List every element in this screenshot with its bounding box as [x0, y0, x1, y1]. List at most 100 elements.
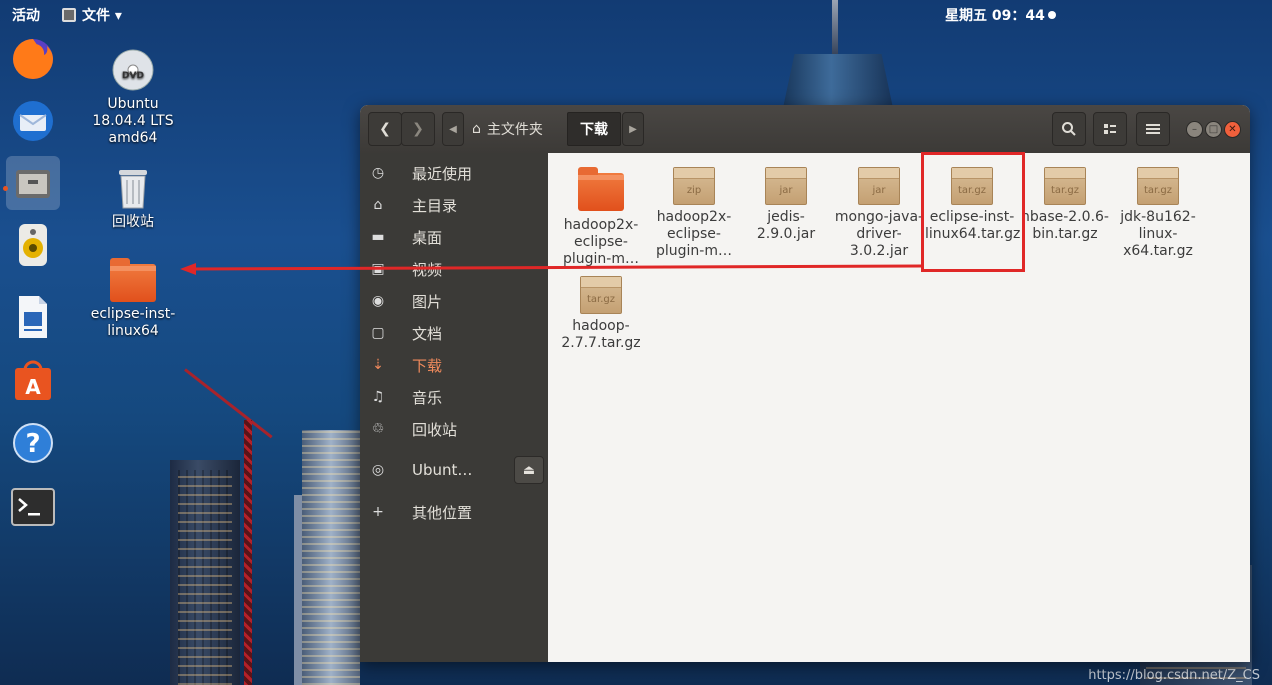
- path-scroll-right[interactable]: ▶: [622, 112, 644, 146]
- crane-mast: [244, 420, 252, 685]
- highlight-box: [921, 152, 1025, 272]
- sidebar-item-trash[interactable]: ♲ 回收站: [360, 413, 548, 445]
- file-view: hadoop2x-eclipse-plugin-m… zip hadoop2x-…: [548, 153, 1250, 662]
- building: [170, 460, 240, 685]
- download-icon: ⇣: [372, 357, 384, 373]
- svg-text:DVD: DVD: [122, 71, 144, 81]
- watermark: https://blog.csdn.net/Z_CS: [1088, 668, 1260, 683]
- file-name: hadoop2x-eclipse-plugin-m…: [656, 209, 732, 259]
- annotation-arrow: [180, 263, 922, 275]
- archive-icon: tar.gz: [1137, 167, 1179, 205]
- forward-button[interactable]: ❯: [401, 112, 435, 146]
- trash-icon: [113, 166, 153, 210]
- file-manager-window: ❮ ❯ ◀ ⌂ 主文件夹 下载 ▶ – □ ✕ ◷ 最近使用 ⌂ 主目录 ▬ 桌面 ▣…: [360, 105, 1250, 662]
- right-arrow-icon: ▶: [629, 123, 637, 135]
- help-icon[interactable]: ?: [6, 416, 60, 470]
- sidebar-item-label: 回收站: [412, 420, 458, 439]
- file-type-label: tar.gz: [586, 294, 616, 305]
- desktop-dvd[interactable]: DVD Ubuntu 18.04.4 LTS amd64: [88, 48, 178, 147]
- chevron-left-icon: ❮: [379, 121, 391, 137]
- sidebar-item-desktop[interactable]: ▬ 桌面: [360, 221, 548, 253]
- app-menu[interactable]: 文件 ▾: [62, 5, 122, 25]
- files-app-icon: [62, 8, 76, 22]
- writer-icon[interactable]: [6, 290, 60, 344]
- sidebar-item-recent[interactable]: ◷ 最近使用: [360, 157, 548, 189]
- breadcrumb-home[interactable]: ⌂ 主文件夹: [472, 112, 543, 146]
- file-item[interactable]: hadoop2x-eclipse-plugin-m…: [554, 167, 648, 268]
- file-item[interactable]: jar jedis-2.9.0.jar: [739, 167, 833, 243]
- file-type-label: zip: [686, 185, 702, 196]
- file-item[interactable]: tar.gz hadoop-2.7.7.tar.gz: [554, 276, 648, 352]
- folder-icon: [110, 258, 156, 302]
- thunderbird-icon[interactable]: [6, 94, 60, 148]
- desktop-icon: ▬: [371, 229, 385, 245]
- file-name: hadoop2x-eclipse-plugin-m…: [563, 217, 639, 267]
- sidebar-item-label: 下载: [412, 356, 443, 375]
- eject-button[interactable]: ⏏: [514, 456, 544, 484]
- sidebar-item-home[interactable]: ⌂ 主目录: [360, 189, 548, 221]
- software-icon[interactable]: A: [6, 352, 60, 406]
- plus-icon: +: [372, 504, 384, 520]
- sidebar-item-documents[interactable]: ▢ 文档: [360, 317, 548, 349]
- left-arrow-icon: ◀: [449, 123, 457, 135]
- file-item[interactable]: tar.gz hbase-2.0.6-bin.tar.gz: [1018, 167, 1112, 243]
- sidebar-item-music[interactable]: ♫ 音乐: [360, 381, 548, 413]
- top-bar: 活动 文件 ▾ 星期五 09：44: [0, 0, 1272, 28]
- camera-icon: ◉: [371, 293, 385, 309]
- view-options-button[interactable]: [1093, 112, 1127, 146]
- minimize-button[interactable]: –: [1186, 121, 1203, 138]
- dvd-icon: DVD: [111, 48, 155, 92]
- archive-icon: jar: [858, 167, 900, 205]
- header-bar: ❮ ❯ ◀ ⌂ 主文件夹 下载 ▶ – □ ✕: [360, 105, 1250, 153]
- close-icon: ✕: [1228, 124, 1237, 135]
- sidebar-item-label: 主目录: [412, 196, 458, 215]
- menu-button[interactable]: [1136, 112, 1170, 146]
- activities-button[interactable]: 活动: [12, 5, 40, 25]
- file-item[interactable]: jar mongo-java-driver-3.0.2.jar: [832, 167, 926, 260]
- search-button[interactable]: [1052, 112, 1086, 146]
- file-name: hbase-2.0.6-bin.tar.gz: [1021, 209, 1109, 242]
- archive-icon: jar: [765, 167, 807, 205]
- desktop-trash[interactable]: 回收站: [88, 166, 178, 231]
- sidebar-item-label: 其他位置: [412, 503, 473, 522]
- app-menu-label: 文件 ▾: [82, 8, 122, 24]
- sidebar-item-downloads[interactable]: ⇣ 下载: [360, 349, 548, 381]
- terminal-icon[interactable]: [6, 480, 60, 534]
- breadcrumb-current-label: 下载: [580, 122, 608, 138]
- file-type-label: jar: [872, 185, 886, 196]
- file-name: jdk-8u162-linux-x64.tar.gz: [1120, 209, 1196, 259]
- files-icon[interactable]: [6, 156, 60, 210]
- maximize-button[interactable]: □: [1205, 121, 1222, 138]
- file-name: mongo-java-driver-3.0.2.jar: [834, 209, 924, 259]
- file-name: hadoop-2.7.7.tar.gz: [561, 318, 641, 351]
- maximize-icon: □: [1208, 124, 1219, 135]
- sidebar: ◷ 最近使用 ⌂ 主目录 ▬ 桌面 ▣ 视频 ◉ 图片 ▢ 文档 ⇣ 下载 ♫ 音乐 ♲ 回收站 …: [360, 153, 548, 662]
- svg-text:?: ?: [25, 429, 40, 459]
- back-button[interactable]: ❮: [368, 112, 402, 146]
- sidebar-item-other-locations[interactable]: + 其他位置: [360, 496, 548, 528]
- clock[interactable]: 星期五 09：44: [945, 5, 1056, 25]
- notification-dot: [1047, 11, 1056, 19]
- sidebar-item-pictures[interactable]: ◉ 图片: [360, 285, 548, 317]
- close-button[interactable]: ✕: [1224, 121, 1241, 138]
- folder-icon: [578, 167, 624, 211]
- sidebar-item-label: 音乐: [412, 388, 443, 407]
- search-icon: [1062, 122, 1076, 136]
- archive-icon: zip: [673, 167, 715, 205]
- rhythmbox-icon[interactable]: [6, 218, 60, 272]
- running-indicator: [3, 186, 8, 191]
- file-item[interactable]: zip hadoop2x-eclipse-plugin-m…: [647, 167, 741, 260]
- firefox-icon[interactable]: [6, 32, 60, 86]
- file-name: jedis-2.9.0.jar: [756, 209, 816, 242]
- desktop-folder[interactable]: eclipse-inst-linux64: [88, 258, 178, 340]
- disc-icon: ◎: [371, 462, 385, 478]
- building: [302, 430, 360, 685]
- path-scroll-left[interactable]: ◀: [442, 112, 464, 146]
- file-item[interactable]: tar.gz jdk-8u162-linux-x64.tar.gz: [1111, 167, 1205, 260]
- breadcrumb-current[interactable]: 下载: [567, 112, 621, 146]
- sidebar-item-label: 图片: [412, 292, 443, 311]
- desktop-trash-label: 回收站: [112, 214, 154, 230]
- breadcrumb-home-label: 主文件夹: [486, 122, 543, 138]
- home-icon: ⌂: [472, 121, 481, 137]
- eject-icon: ⏏: [522, 462, 536, 478]
